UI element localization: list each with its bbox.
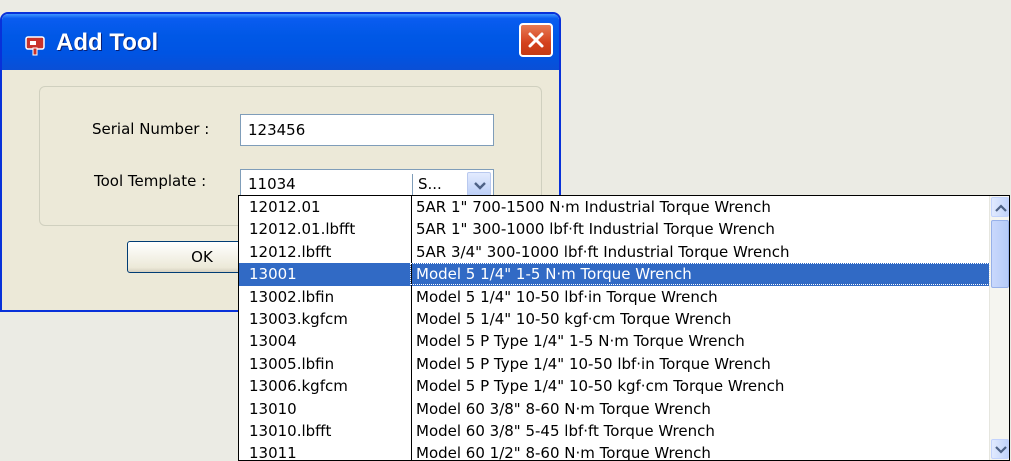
serial-number-input[interactable]: 123456 [240, 114, 494, 146]
chevron-up-icon [995, 204, 1007, 212]
close-icon [528, 32, 544, 48]
list-item[interactable]: 13004 Model 5 P Type 1/4" 1-5 N·m Torque … [239, 330, 991, 352]
scroll-up-button[interactable] [991, 197, 1009, 217]
list-item-desc: 5AR 1" 300-1000 lbf·ft Industrial Torque… [416, 220, 775, 239]
column-divider [411, 196, 412, 460]
list-item-code: 12012.01.lbfft [249, 220, 356, 239]
list-item[interactable]: 13010 Model 60 3/8" 8-60 N·m Torque Wrenc… [239, 398, 991, 420]
list-item-desc: Model 5 1/4" 10-50 kgf·cm Torque Wrench [416, 309, 732, 328]
list-item-desc: 5AR 3/4" 300-1000 lbf·ft Industrial Torq… [416, 242, 790, 261]
dropdown-rows: 12012.01 5AR 1" 700-1500 N·m Industrial T… [239, 196, 991, 461]
scroll-down-button[interactable] [991, 439, 1009, 459]
list-item-code: 13010.lbfft [249, 421, 332, 440]
list-item-code: 13004 [249, 332, 297, 351]
list-item-code: 13010 [249, 399, 297, 418]
combo-template-code: 11034 [248, 175, 296, 193]
list-item-desc: Model 5 P Type 1/4" 10-50 kgf·cm Torque … [416, 377, 785, 396]
list-item-desc: Model 60 3/8" 5-45 lbf·ft Torque Wrench [416, 421, 715, 440]
list-item[interactable]: 13003.kgfcm Model 5 1/4" 10-50 kgf·cm Tor… [239, 308, 991, 330]
list-item-desc: Model 5 1/4" 10-50 lbf·in Torque Wrench [416, 287, 718, 306]
list-item-desc: Model 5 1/4" 1-5 N·m Torque Wrench [416, 265, 692, 284]
list-item[interactable]: 13001 Model 5 1/4" 1-5 N·m Torque Wrench [239, 263, 991, 286]
list-item[interactable]: 12012.lbfft 5AR 3/4" 300-1000 lbf·ft Indu… [239, 241, 991, 263]
combo-template-desc: S... [418, 175, 442, 193]
list-item-code: 13011 [249, 444, 297, 461]
dialog-title: Add Tool [56, 29, 159, 56]
tool-template-label: Tool Template : [94, 172, 207, 190]
list-item[interactable]: 12012.01.lbfft 5AR 1" 300-1000 lbf·ft Ind… [239, 218, 991, 240]
list-item-code: 13005.lbfin [249, 354, 335, 373]
serial-number-label: Serial Number : [92, 120, 210, 138]
list-item-code: 13003.kgfcm [249, 309, 348, 328]
list-item-desc: 5AR 1" 700-1500 N·m Industrial Torque Wr… [416, 198, 771, 216]
vertical-scrollbar[interactable] [989, 196, 1009, 460]
template-dropdown-list[interactable]: 12012.01 5AR 1" 700-1500 N·m Industrial T… [238, 195, 1010, 461]
list-item[interactable]: 13002.lbfin Model 5 1/4" 10-50 lbf·in Tor… [239, 286, 991, 308]
list-item[interactable]: 13005.lbfin Model 5 P Type 1/4" 10-50 lbf… [239, 353, 991, 375]
list-item-desc: Model 60 3/8" 8-60 N·m Torque Wrench [416, 399, 711, 418]
app-icon [24, 34, 48, 56]
list-item[interactable]: 12012.01 5AR 1" 700-1500 N·m Industrial T… [239, 196, 991, 218]
close-button[interactable] [519, 23, 553, 57]
list-item-desc: Model 60 1/2" 8-60 N·m Torque Wrench [416, 444, 711, 461]
combo-separator [412, 174, 413, 196]
title-bar[interactable]: Add Tool [2, 14, 559, 70]
chevron-down-icon [474, 182, 486, 190]
list-item-code: 12012.lbfft [249, 242, 332, 261]
list-item-code: 13001 [249, 265, 297, 284]
list-item[interactable]: 13006.kgfcm Model 5 P Type 1/4" 10-50 kgf… [239, 375, 991, 397]
list-item-code: 12012.01 [249, 198, 321, 216]
list-item[interactable]: 13011 Model 60 1/2" 8-60 N·m Torque Wrenc… [239, 442, 991, 461]
list-item-desc: Model 5 P Type 1/4" 1-5 N·m Torque Wrenc… [416, 332, 745, 351]
list-item[interactable]: 13010.lbfft Model 60 3/8" 5-45 lbf·ft Tor… [239, 420, 991, 442]
scrollbar-thumb[interactable] [991, 220, 1009, 288]
list-item-desc: Model 5 P Type 1/4" 10-50 lbf·in Torque … [416, 354, 771, 373]
list-item-code: 13006.kgfcm [249, 377, 348, 396]
chevron-down-icon [995, 446, 1007, 454]
list-item-code: 13002.lbfin [249, 287, 335, 306]
